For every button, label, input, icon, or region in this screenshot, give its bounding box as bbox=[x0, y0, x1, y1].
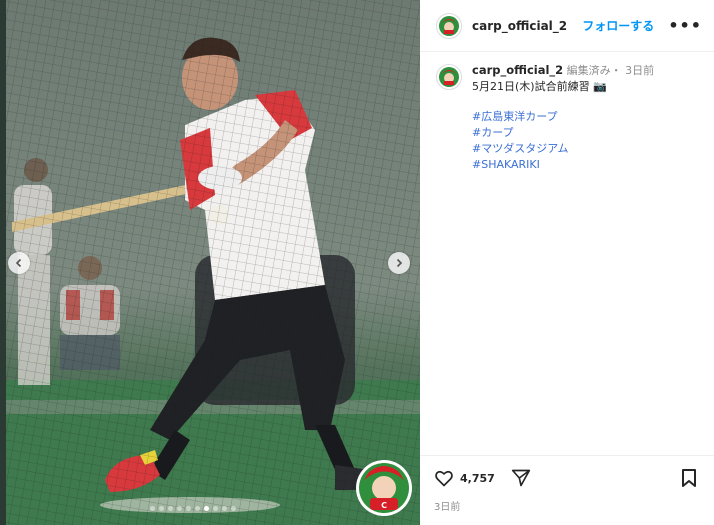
post-details-panel: carp_official_2 フォローする ••• carp_official… bbox=[420, 0, 714, 525]
carousel-prev-button[interactable] bbox=[8, 252, 30, 274]
chevron-left-icon bbox=[15, 258, 22, 268]
carousel-next-button[interactable] bbox=[388, 252, 410, 274]
hashtag-link[interactable]: #SHAKARIKI bbox=[472, 157, 654, 173]
caption-text: 5月21日(木)試合前練習 📷 bbox=[472, 80, 607, 93]
post-header: carp_official_2 フォローする ••• bbox=[420, 0, 714, 52]
carp-logo-icon bbox=[439, 67, 459, 87]
share-icon[interactable] bbox=[511, 468, 531, 488]
carousel-dot bbox=[222, 506, 227, 511]
svg-text:C: C bbox=[381, 501, 387, 510]
save-button[interactable] bbox=[680, 468, 698, 492]
like-count[interactable]: 4,757 bbox=[460, 472, 495, 485]
carousel-dot bbox=[186, 506, 191, 511]
post-timestamp: 3日前 bbox=[434, 502, 461, 513]
avatar[interactable] bbox=[436, 12, 462, 39]
bookmark-icon bbox=[682, 469, 696, 487]
carousel-dot bbox=[177, 506, 182, 511]
caption-avatar[interactable] bbox=[436, 64, 462, 90]
carousel-dot bbox=[159, 506, 164, 511]
post-media[interactable]: C bbox=[0, 0, 420, 525]
carousel-dot bbox=[195, 506, 200, 511]
carousel-dot bbox=[150, 506, 155, 511]
batting-practice-photo: C bbox=[0, 0, 420, 525]
hashtag-link[interactable]: #カープ bbox=[472, 125, 654, 141]
follow-button[interactable]: フォローする bbox=[582, 17, 654, 34]
carousel-dot bbox=[168, 506, 173, 511]
carousel-dot bbox=[204, 506, 209, 511]
carp-logo-icon bbox=[439, 15, 459, 36]
heart-icon[interactable] bbox=[434, 468, 454, 488]
post-actions: 4,757 3日前 bbox=[420, 455, 714, 525]
carousel-dot bbox=[213, 506, 218, 511]
chevron-right-icon bbox=[396, 258, 403, 268]
hashtag-link[interactable]: #広島東洋カープ bbox=[472, 109, 654, 125]
caption-meta: 編集済み・ 3日前 bbox=[563, 64, 655, 77]
username[interactable]: carp_official_2 bbox=[472, 19, 567, 33]
carousel-indicator bbox=[150, 506, 236, 511]
carousel-dot bbox=[231, 506, 236, 511]
hashtag-link[interactable]: #マツダスタジアム bbox=[472, 141, 654, 157]
more-options-icon[interactable]: ••• bbox=[668, 16, 702, 35]
caption-username[interactable]: carp_official_2 bbox=[472, 63, 563, 77]
hashtag-list: #広島東洋カープ #カープ #マツダスタジアム #SHAKARIKI bbox=[472, 109, 654, 173]
post-caption: carp_official_2 編集済み・ 3日前 5月21日(木)試合前練習 … bbox=[436, 62, 706, 173]
